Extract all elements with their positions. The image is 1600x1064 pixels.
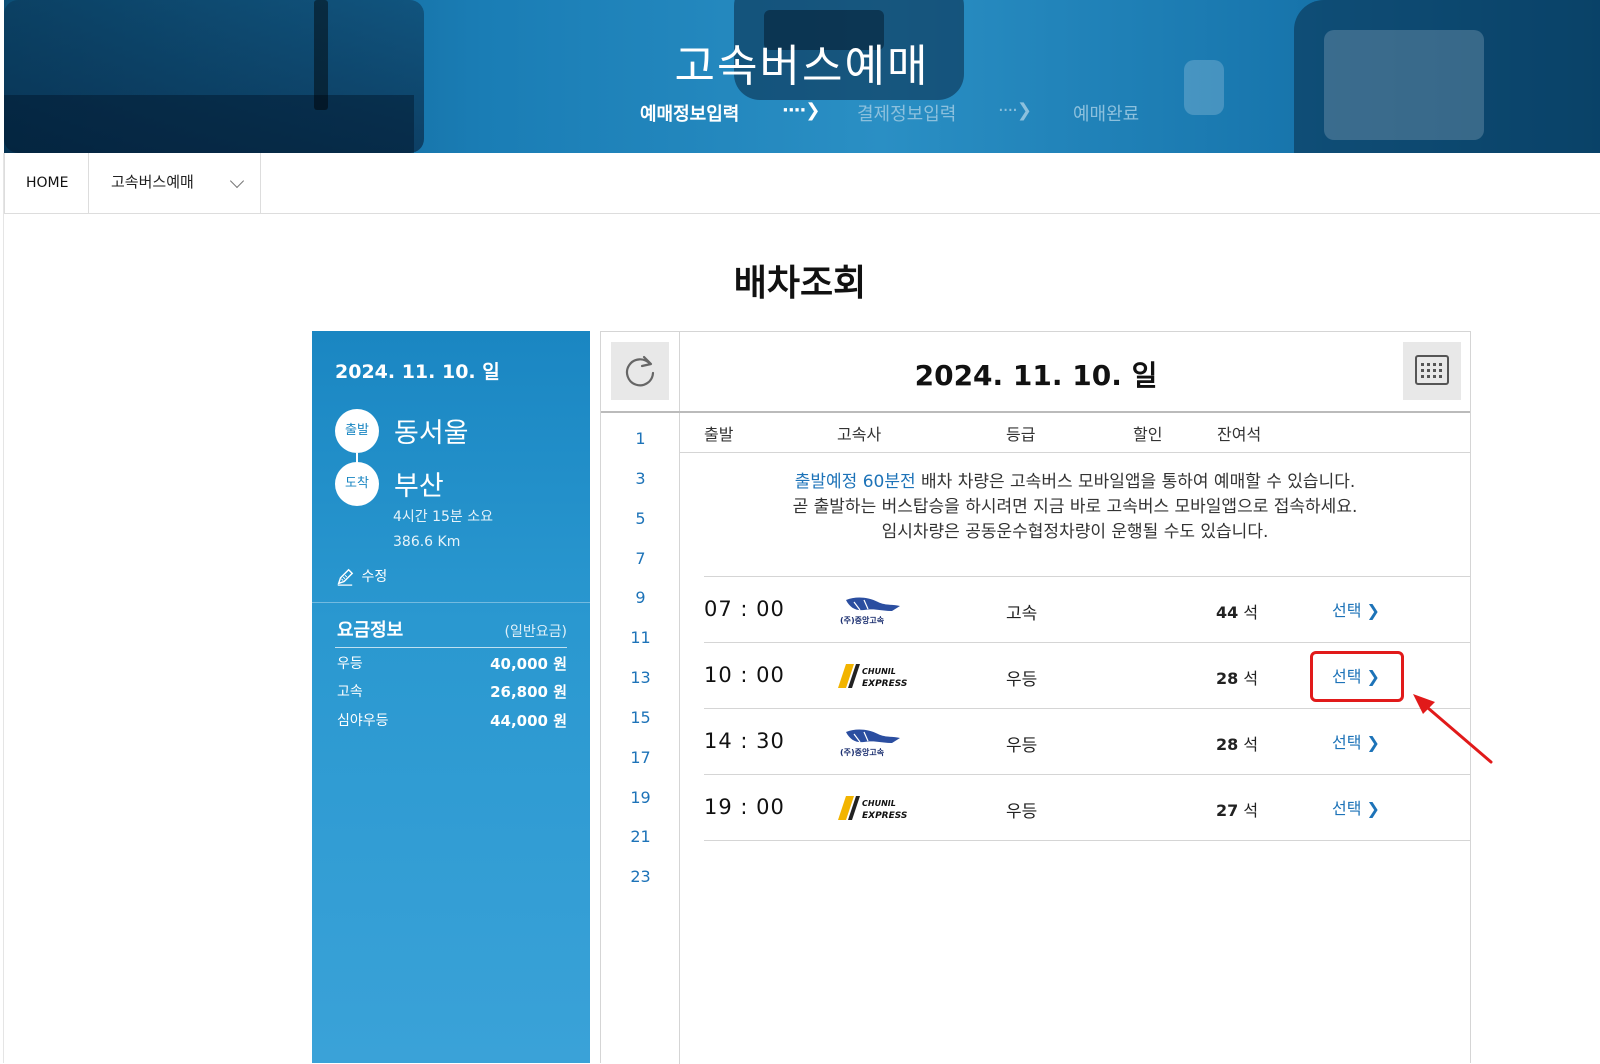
hour-filter-17[interactable]: 17 (601, 748, 680, 767)
remaining-seats: 44 석 (1216, 603, 1259, 622)
svg-text:CHUNIL: CHUNIL (862, 667, 896, 676)
page-title: 배차조회 (733, 263, 867, 304)
refresh-icon (625, 355, 655, 387)
fare-row: 고속 26,800 원 (337, 681, 567, 701)
hour-filter-7[interactable]: 7 (601, 549, 680, 568)
departure-time: 14 : 30 (704, 729, 785, 753)
schedule-date: 2024. 11. 10. 일 (914, 359, 1158, 392)
remaining-seats: 27 석 (1216, 801, 1259, 820)
departure-time: 10 : 00 (704, 663, 785, 687)
fare-grade: 심야우등 (337, 713, 389, 729)
chunil-logo: CHUNIL EXPRESS (838, 796, 907, 821)
annotation-arrow-icon (1413, 694, 1493, 764)
step-complete: 예매완료 (1073, 104, 1140, 125)
schedule-row: 19 : 00 CHUNIL EXPRESS 우등 27 석 선택 ❯ (704, 775, 1470, 841)
svg-text:EXPRESS: EXPRESS (862, 679, 907, 689)
calendar-icon (1415, 355, 1449, 385)
hero-title: 고속버스예매 (674, 41, 930, 92)
remaining-seats: 28 석 (1216, 669, 1259, 688)
column-header-discount: 할인 (1133, 425, 1163, 444)
hour-filter-5[interactable]: 5 (601, 509, 680, 528)
hour-filter-23[interactable]: 23 (601, 867, 680, 886)
fare-row: 우등 40,000 원 (337, 653, 567, 673)
fare-grade: 고속 (337, 684, 363, 700)
notice-line: 곧 출발하는 버스탑승을 하시려면 지금 바로 고속버스 모바일앱으로 접속하세… (792, 497, 1358, 517)
fare-type-label: (일반요금) (504, 624, 567, 640)
bus-grade: 우등 (1006, 802, 1038, 822)
step-arrow-icon: ····❯ (998, 100, 1032, 121)
hour-filter-3[interactable]: 3 (601, 469, 680, 488)
fare-info-title: 요금정보 (337, 620, 404, 641)
fare-grade: 우등 (337, 656, 363, 672)
arrival-city: 부산 (394, 471, 444, 502)
edit-label: 수정 (361, 569, 388, 585)
column-header-company: 고속사 (837, 425, 882, 444)
pencil-icon (337, 568, 354, 586)
step-booking-info: 예매정보입력 (640, 104, 740, 125)
select-button[interactable]: 선택 ❯ (1332, 597, 1380, 621)
hour-filter-11[interactable]: 11 (601, 628, 680, 647)
schedule-row: 14 : 30 (주)중앙고속 우등 28 석 선택 ❯ (704, 709, 1470, 775)
hour-filter-13[interactable]: 13 (601, 668, 680, 687)
notice-text: 배차 차량은 고속버스 모바일앱을 통하여 예매할 수 있습니다. (915, 472, 1356, 492)
svg-text:CHUNIL: CHUNIL (862, 799, 896, 808)
notice-highlight: 출발예정 60분전 (794, 472, 916, 492)
departure-time: 19 : 00 (704, 795, 785, 819)
step-arrow-icon: ····❯ (782, 100, 820, 121)
column-header-grade: 등급 (1006, 425, 1036, 444)
bus-grade: 우등 (1006, 670, 1038, 690)
logo-text: (주)중앙고속 (840, 615, 885, 625)
highlight-annotation (1310, 651, 1404, 702)
hour-filter-1[interactable]: 1 (601, 429, 680, 448)
step-payment-info: 결제정보입력 (857, 104, 957, 125)
hour-filter-15[interactable]: 15 (601, 708, 680, 727)
edit-route-button[interactable]: 수정 (336, 566, 387, 586)
departure-city: 동서울 (394, 418, 469, 449)
summary-date: 2024. 11. 10. 일 (335, 361, 500, 383)
jungang-logo: (주)중앙고속 (838, 729, 900, 757)
departure-badge: 출발 (335, 409, 379, 453)
bus-grade: 우등 (1006, 736, 1038, 756)
column-header-departure: 출발 (704, 425, 734, 444)
departure-time: 07 : 00 (704, 597, 785, 621)
header-divider (601, 411, 1470, 413)
fare-amount: 44,000 원 (490, 712, 567, 730)
hour-filter-21[interactable]: 21 (601, 827, 680, 846)
hero-banner: 고속버스예매 예매정보입력 ····❯ 결제정보입력 ····❯ 예매완료 (4, 0, 1600, 153)
column-header-seats: 잔여석 (1217, 425, 1262, 444)
panel-divider (312, 602, 590, 603)
trip-distance: 386.6 Km (393, 534, 461, 550)
arrival-badge: 도착 (335, 462, 379, 506)
hour-filter-column: 1 3 5 7 9 11 13 15 17 19 21 23 (601, 413, 680, 1064)
fare-amount: 26,800 원 (490, 683, 567, 701)
nav-home-link[interactable]: HOME (4, 153, 89, 214)
refresh-area (601, 332, 680, 411)
fare-row: 심야우등 44,000 원 (337, 710, 567, 730)
select-button[interactable]: 선택 ❯ (1332, 795, 1380, 819)
notice-line: 임시차량은 공동운수협정차량이 운행될 수도 있습니다. (881, 522, 1269, 542)
route-summary-panel: 2024. 11. 10. 일 출발 도착 동서울 부산 4시간 15분 소요 … (312, 331, 590, 1063)
fare-divider (335, 647, 567, 648)
column-header-divider (680, 452, 1470, 453)
jungang-logo: (주)중앙고속 (838, 597, 900, 625)
nav-menu-dropdown[interactable]: 고속버스예매 (89, 153, 261, 214)
trip-duration: 4시간 15분 소요 (393, 509, 494, 525)
nav-menu-label: 고속버스예매 (111, 173, 194, 191)
chevron-down-icon (229, 173, 245, 189)
chunil-logo: CHUNIL EXPRESS (838, 664, 907, 689)
breadcrumb-nav: HOME 고속버스예매 (4, 153, 1600, 214)
hour-filter-9[interactable]: 9 (601, 588, 680, 607)
booking-steps: 예매정보입력 ····❯ 결제정보입력 ····❯ 예매완료 (4, 100, 1600, 130)
svg-text:EXPRESS: EXPRESS (862, 811, 907, 821)
calendar-button[interactable] (1403, 342, 1461, 400)
logo-text: (주)중앙고속 (840, 747, 885, 757)
refresh-button[interactable] (611, 342, 669, 400)
notice-line: 출발예정 60분전 배차 차량은 고속버스 모바일앱을 통하여 예매할 수 있습… (680, 470, 1470, 495)
remaining-seats: 28 석 (1216, 735, 1259, 754)
bus-grade: 고속 (1006, 604, 1038, 624)
schedule-row: 07 : 00 (주)중앙고속 고속 44 석 선택 ❯ (704, 577, 1470, 643)
fare-amount: 40,000 원 (490, 655, 567, 673)
hour-filter-19[interactable]: 19 (601, 788, 680, 807)
select-button[interactable]: 선택 ❯ (1332, 729, 1380, 753)
